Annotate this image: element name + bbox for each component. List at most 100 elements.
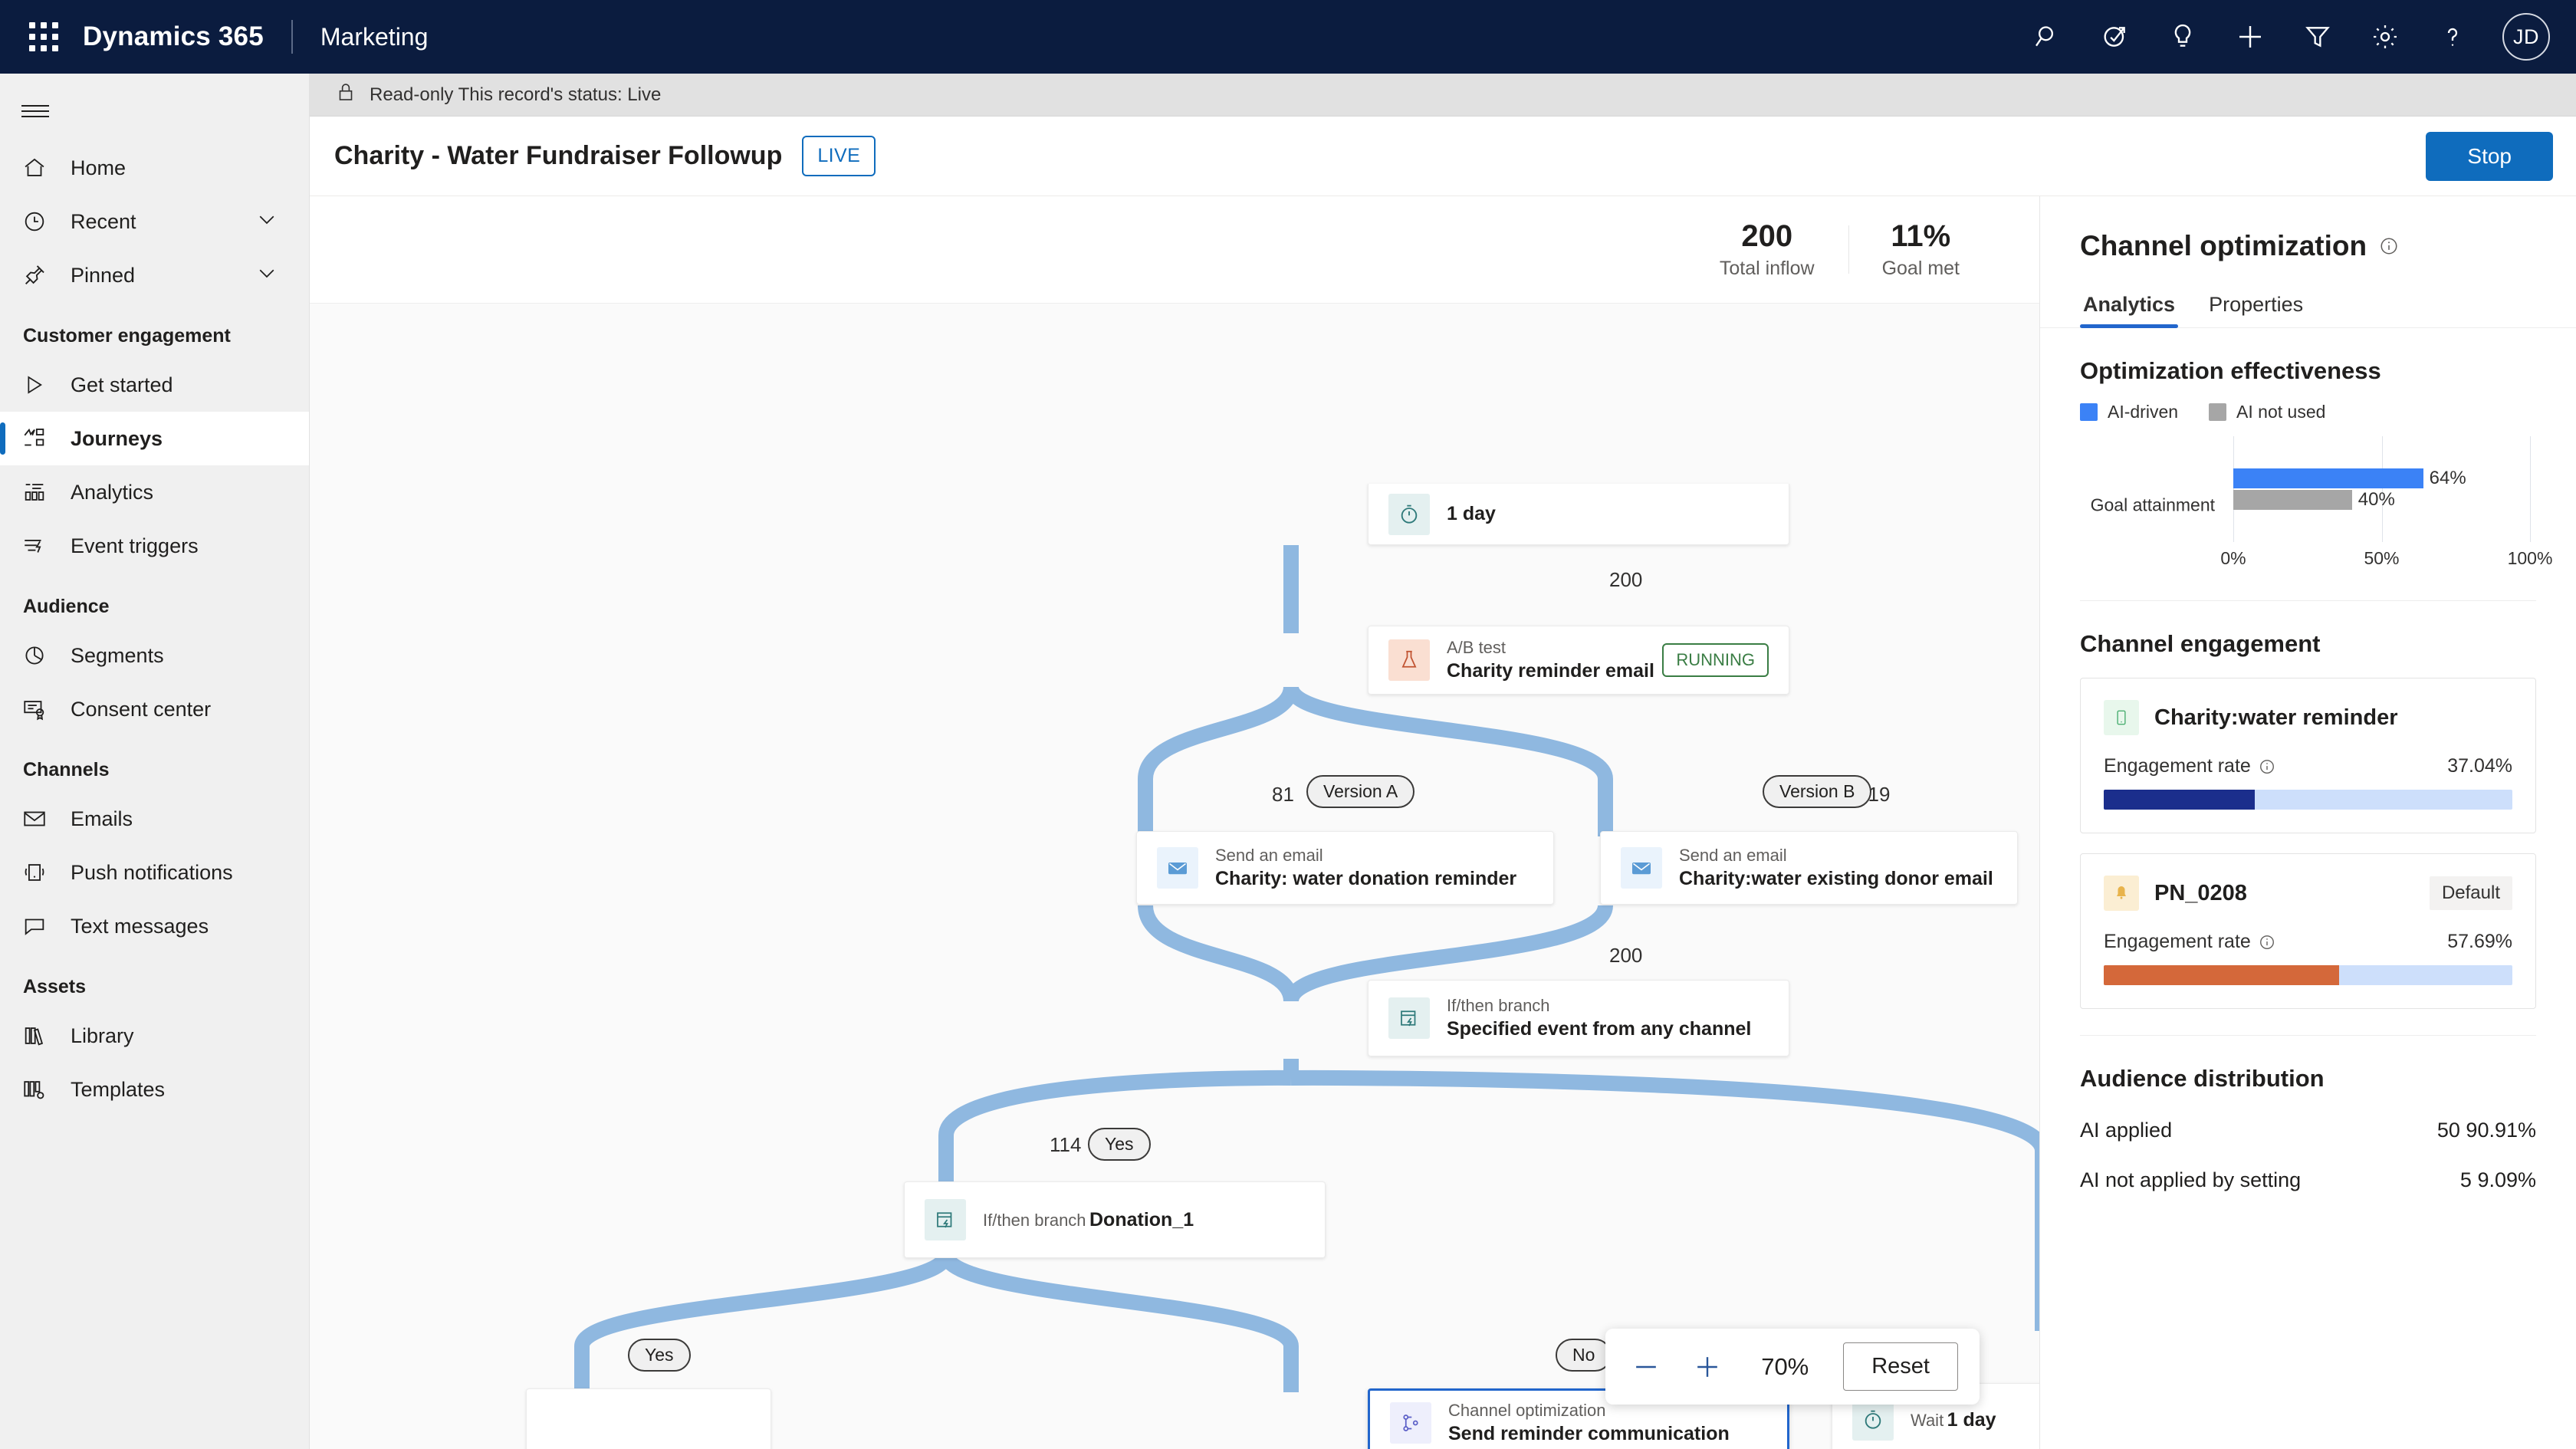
plus-icon[interactable] [2233,19,2268,54]
sidebar-toggle-icon[interactable] [0,81,309,141]
engagement-bar-track [2104,790,2512,810]
branch-pill-yes-1[interactable]: Yes [1088,1128,1151,1161]
readonly-text: Read-only This record's status: Live [370,84,662,105]
legend-swatch-ai-driven [2080,403,2098,421]
bar-ai-driven: 64% [2233,468,2466,488]
sidebar: Home Recent Pinned Customer engagement G… [0,74,310,1449]
legend-item: AI not used [2209,402,2325,422]
sidebar-item-consent-center[interactable]: Consent center [0,682,309,736]
branch-pill-version-a[interactable]: Version A [1306,775,1415,808]
app-name[interactable]: Marketing [320,23,429,51]
event-trigger-icon [21,533,60,559]
node-title: Send reminder communication [1448,1422,1730,1444]
bar-label: 64% [2429,468,2466,488]
channel-engagement-card[interactable]: Charity:water reminder Engagement rate 3… [2080,678,2536,833]
target-arrow-icon[interactable] [2098,19,2133,54]
node-ab-test[interactable]: A/B test Charity reminder email RUNNING [1368,626,1789,695]
brand-title[interactable]: Dynamics 365 [83,21,264,52]
sidebar-item-segments[interactable]: Segments [0,629,309,682]
branch-pill-yes-2[interactable]: Yes [628,1339,691,1372]
text-message-icon [2104,700,2139,735]
search-icon[interactable] [2030,19,2065,54]
help-icon[interactable] [2435,19,2470,54]
card-title: PN_0208 [2154,880,2247,905]
legend-label: AI-driven [2108,402,2179,422]
panel-body: Optimization effectiveness AI-driven AI … [2040,328,2576,1223]
sidebar-item-templates[interactable]: Templates [0,1063,309,1116]
legend-label: AI not used [2236,402,2326,422]
info-icon[interactable] [2259,758,2275,775]
filter-icon[interactable] [2300,19,2335,54]
section-title-audience-distribution: Audience distribution [2080,1065,2325,1092]
sidebar-item-event-triggers[interactable]: Event triggers [0,519,309,573]
node-title: 1 day [1947,1408,1996,1431]
engagement-rate-row: Engagement rate 57.69% [2104,931,2512,953]
ab-test-icon [1388,639,1430,681]
goal-attainment-chart: Goal attainment 64% 40% 0% 50% 100% [2080,436,2552,574]
sidebar-item-push-notifications[interactable]: Push notifications [0,846,309,899]
library-icon [21,1023,60,1049]
node-subtitle: A/B test [1447,638,1506,657]
tab-properties[interactable]: Properties [2206,288,2306,327]
sidebar-item-library[interactable]: Library [0,1009,309,1063]
sidebar-item-analytics[interactable]: Analytics [0,465,309,519]
info-icon[interactable] [2379,236,2399,256]
node-wait-top[interactable]: 1 day [1368,484,1789,545]
app-launcher-waffle-icon[interactable] [20,13,67,61]
audience-label: AI not applied by setting [2080,1168,2302,1191]
info-icon[interactable] [2259,934,2275,951]
chart-category-label: Goal attainment [2090,495,2215,515]
node-email-version-b[interactable]: Send an email Charity:water existing don… [1600,831,2018,905]
sidebar-item-get-started[interactable]: Get started [0,358,309,412]
sidebar-item-text-messages[interactable]: Text messages [0,899,309,953]
sidebar-item-emails[interactable]: Emails [0,792,309,846]
kpi-label: Goal met [1881,258,1960,279]
legend-swatch-ai-not-used [2209,403,2227,421]
avatar[interactable]: JD [2502,13,2550,61]
sidebar-item-home[interactable]: Home [0,141,309,195]
divider [2080,1035,2536,1036]
node-subtitle: Send an email [1679,846,1787,865]
gear-icon[interactable] [2367,19,2403,54]
sidebar-item-label: Push notifications [71,860,233,884]
kpi-label: Total inflow [1719,258,1815,279]
node-partial-left[interactable] [526,1388,771,1449]
node-email-version-a[interactable]: Send an email Charity: water donation re… [1136,831,1554,905]
envelope-icon [21,806,60,832]
status-badge[interactable]: LIVE [802,136,876,176]
default-badge: Default [2429,876,2512,910]
sidebar-item-label: Analytics [71,480,154,504]
tab-analytics[interactable]: Analytics [2080,288,2179,328]
kpi-value: 200 [1741,219,1793,253]
node-if-then-donation[interactable]: If/then branch Donation_1 [904,1181,1326,1258]
edge-count: 200 [1609,944,1643,967]
chevron-down-icon[interactable] [255,208,278,236]
engagement-rate-row: Engagement rate 37.04% [2104,755,2512,777]
reset-zoom-button[interactable]: Reset [1843,1342,1958,1391]
branch-pill-no-1[interactable]: No [1556,1339,1612,1372]
zoom-in-button[interactable] [1688,1348,1727,1386]
stop-button[interactable]: Stop [2426,131,2553,181]
chart-x-axis: 0% 50% 100% [2220,548,2552,574]
panel-title-row: Channel optimization [2040,196,2576,262]
lightbulb-icon[interactable] [2165,19,2200,54]
channel-engagement-card[interactable]: PN_0208 Default Engagement rate 57.69% [2080,853,2536,1009]
node-if-then-any-channel[interactable]: If/then branch Specified event from any … [1368,980,1789,1056]
sidebar-item-journeys[interactable]: Journeys [0,412,309,465]
sidebar-item-recent[interactable]: Recent [0,195,309,248]
push-notification-icon [21,859,60,886]
kpi-value: 11% [1891,219,1951,253]
chevron-down-icon[interactable] [255,261,278,290]
bell-icon [2104,876,2139,911]
pie-chart-icon [21,642,60,669]
audience-row: AI applied 50 90.91% [2080,1119,2536,1142]
x-tick-label: 0% [2220,548,2246,568]
metric-value: 37.04% [2447,755,2512,777]
kpi-total-inflow: 200 Total inflow [1686,219,1848,280]
sidebar-item-pinned[interactable]: Pinned [0,248,309,302]
legend-item: AI-driven [2080,402,2178,422]
journey-canvas[interactable]: 200 Total inflow 11% Goal met 1 day A/B … [310,196,2039,1449]
zoom-out-button[interactable] [1627,1348,1665,1386]
branch-pill-version-b[interactable]: Version B [1763,775,1872,808]
topnav-actions: JD [2030,13,2550,61]
